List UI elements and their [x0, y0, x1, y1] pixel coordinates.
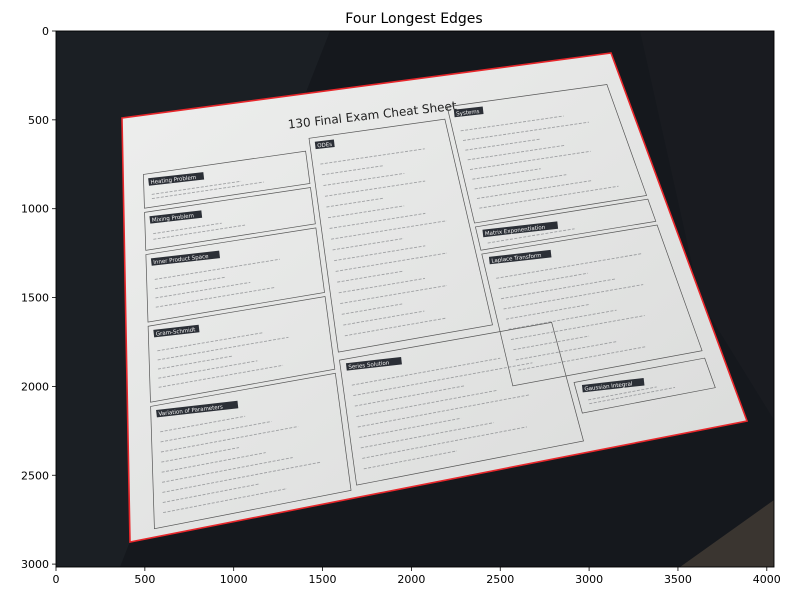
x-tick-label: 500 — [134, 573, 155, 586]
x-tick-label: 4000 — [753, 573, 781, 586]
x-tick-label: 3000 — [575, 573, 603, 586]
x-tick-label: 0 — [53, 573, 60, 586]
x-tick-label: 1000 — [220, 573, 248, 586]
x-tick-label: 3500 — [664, 573, 692, 586]
y-tick-label: 1000 — [21, 203, 49, 216]
figure: Four Longest Edges 130 Final Exam Cheat … — [21, 11, 781, 586]
figure-title: Four Longest Edges — [345, 11, 482, 27]
y-tick-label: 2000 — [21, 380, 49, 393]
y-tick-label: 1500 — [21, 292, 49, 305]
y-tick-label: 3000 — [21, 558, 49, 571]
y-tick-label: 500 — [28, 114, 49, 127]
y-tick-label: 2500 — [21, 469, 49, 482]
photo: 130 Final Exam Cheat SheetHeating Proble… — [56, 31, 774, 567]
x-tick-label: 2000 — [397, 573, 425, 586]
x-tick-label: 1500 — [309, 573, 337, 586]
x-axis: 0 500 1000 1500 2000 2500 3000 3500 4000 — [53, 567, 781, 586]
y-tick-label: 0 — [42, 25, 49, 38]
y-axis: 0 500 1000 1500 2000 2500 3000 — [21, 25, 56, 571]
x-tick-label: 2500 — [486, 573, 514, 586]
